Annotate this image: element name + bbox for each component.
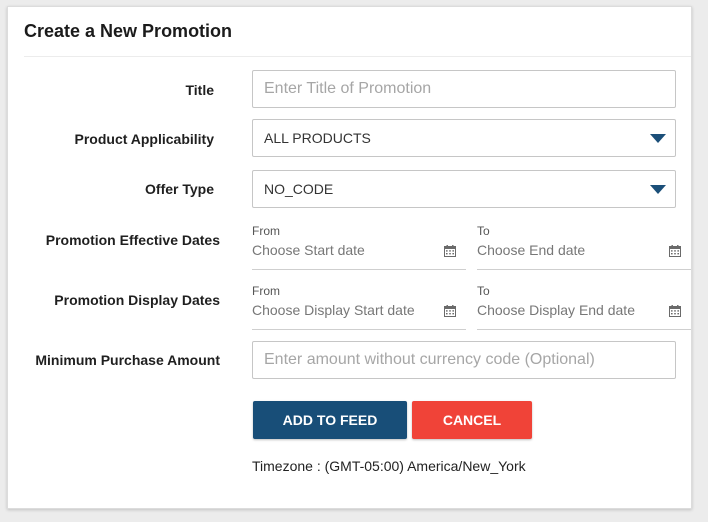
to-label: To	[477, 224, 490, 238]
effective-end-date-input[interactable]: Choose End date	[477, 239, 691, 270]
display-end-date-input[interactable]: Choose Display End date	[477, 299, 691, 330]
minimum-purchase-input[interactable]	[252, 341, 676, 379]
offer-type-label: Offer Type	[145, 181, 214, 197]
effective-dates-label: Promotion Effective Dates	[45, 232, 220, 248]
calendar-icon[interactable]	[669, 245, 681, 257]
from-label: From	[252, 224, 280, 238]
caret-down-icon	[650, 185, 666, 194]
display-end-date-placeholder: Choose Display End date	[477, 302, 635, 318]
to-label: To	[477, 284, 490, 298]
effective-end-date-group: To Choose End date	[477, 224, 691, 274]
effective-start-date-input[interactable]: Choose Start date	[252, 239, 466, 270]
display-dates-label: Promotion Display Dates	[54, 292, 220, 308]
display-end-date-group: To Choose Display End date	[477, 284, 691, 334]
create-promotion-card: Create a New Promotion Title Product App…	[7, 6, 692, 509]
from-label: From	[252, 284, 280, 298]
product-applicability-select[interactable]: ALL PRODUCTS	[252, 119, 676, 157]
calendar-icon[interactable]	[444, 245, 456, 257]
display-start-date-placeholder: Choose Display Start date	[252, 302, 415, 318]
product-applicability-value: ALL PRODUCTS	[264, 130, 371, 146]
add-to-feed-button[interactable]: ADD TO FEED	[253, 401, 407, 439]
display-start-date-group: From Choose Display Start date	[252, 284, 466, 334]
title-divider	[24, 56, 691, 57]
end-date-placeholder: Choose End date	[477, 242, 586, 258]
offer-type-value: NO_CODE	[264, 181, 334, 197]
caret-down-icon	[650, 134, 666, 143]
display-start-date-input[interactable]: Choose Display Start date	[252, 299, 466, 330]
title-label: Title	[185, 82, 214, 98]
title-input[interactable]	[252, 70, 676, 108]
cancel-button[interactable]: CANCEL	[412, 401, 532, 439]
start-date-placeholder: Choose Start date	[252, 242, 365, 258]
calendar-icon[interactable]	[669, 305, 681, 317]
offer-type-select[interactable]: NO_CODE	[252, 170, 676, 208]
page-title: Create a New Promotion	[24, 21, 233, 41]
timezone-text: Timezone : (GMT-05:00) America/New_York	[252, 458, 526, 474]
effective-start-date-group: From Choose Start date	[252, 224, 466, 274]
minimum-purchase-label: Minimum Purchase Amount	[35, 352, 220, 368]
calendar-icon[interactable]	[444, 305, 456, 317]
product-applicability-label: Product Applicability	[74, 131, 215, 147]
